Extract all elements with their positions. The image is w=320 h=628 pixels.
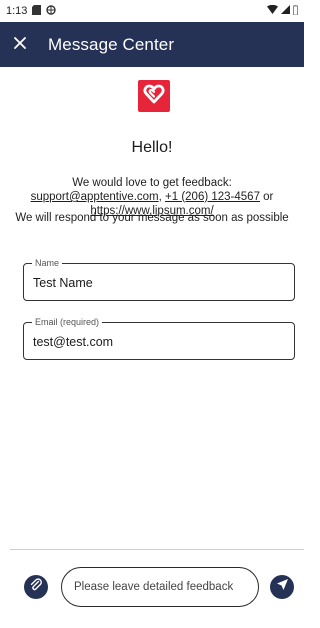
intro-text: We would love to get feedback: xyxy=(72,177,232,189)
message-input-placeholder: Please leave detailed feedback xyxy=(74,581,234,593)
name-field-value[interactable]: Test Name xyxy=(33,276,93,290)
status-right xyxy=(267,4,298,18)
app-logo xyxy=(138,80,170,112)
vpn-icon xyxy=(46,4,57,18)
signal-icon xyxy=(281,5,290,17)
email-field[interactable]: Email (required) test@test.com xyxy=(23,316,295,360)
status-left: 1:13 xyxy=(6,4,57,18)
name-field[interactable]: Name Test Name xyxy=(23,257,295,301)
greeting: Hello! xyxy=(131,139,173,156)
email-field-value[interactable]: test@test.com xyxy=(33,335,113,349)
email-link[interactable]: support@apptentive.com xyxy=(31,191,159,203)
wifi-icon xyxy=(267,4,278,17)
response-note: We will respond to your message as soon … xyxy=(15,212,289,224)
send-icon xyxy=(276,578,289,596)
paperclip-icon xyxy=(29,577,43,597)
email-field-label: Email (required) xyxy=(32,316,103,328)
attach-button[interactable] xyxy=(24,575,48,599)
name-field-label: Name xyxy=(32,257,63,269)
sd-card-icon xyxy=(32,4,42,18)
app-bar: Message Center xyxy=(0,22,304,67)
battery-icon xyxy=(293,4,298,18)
send-button[interactable] xyxy=(270,575,294,599)
close-button[interactable] xyxy=(0,22,40,67)
close-icon xyxy=(14,36,26,54)
status-bar: 1:13 xyxy=(0,0,304,22)
or-text: or xyxy=(259,191,274,203)
page-title: Message Center xyxy=(48,34,175,54)
heart-logo-icon xyxy=(143,84,165,109)
phone-link[interactable]: +1 (206) 123-4567 xyxy=(165,191,260,203)
status-time: 1:13 xyxy=(6,5,28,17)
composer-divider xyxy=(10,549,304,550)
message-input[interactable]: Please leave detailed feedback xyxy=(61,567,259,607)
